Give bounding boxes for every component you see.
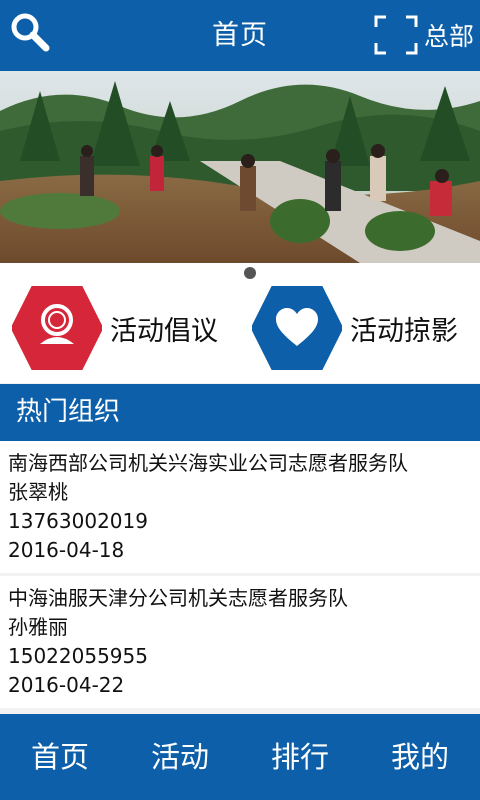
activity-proposal-label: 活动倡议 [110,315,218,347]
nav-activities[interactable]: 活动 [120,714,240,800]
nav-mine[interactable]: 我的 [360,714,480,800]
banner-photo [0,71,480,263]
pager-dot[interactable] [244,267,256,279]
scan-icon [374,15,418,55]
org-name: 中海油服天津分公司机关志愿者服务队 [8,586,348,610]
hq-button[interactable]: 总部 [374,12,474,58]
nav-ranking[interactable]: 排行 [240,714,360,800]
list-item[interactable]: 南海西部公司机关兴海实业公司志愿者服务队 张翠桃 13763002019 201… [0,441,480,573]
activity-gallery-label: 活动掠影 [350,315,458,347]
banner-carousel[interactable] [0,71,480,263]
org-contact: 孙雅丽 [8,615,68,639]
bottom-nav: 首页 活动 排行 我的 [0,714,480,800]
org-date: 2016-04-22 [8,673,125,697]
advocate-icon [12,286,102,370]
org-phone: 15022055955 [8,644,148,668]
nav-home[interactable]: 首页 [0,714,120,800]
heart-icon [252,286,342,370]
app-screen: 首页 总部 活动倡议 活动掠影 热门组织 南海西部公司机关兴海实业公司志愿者服务… [0,0,480,800]
quick-actions: 活动倡议 活动掠影 [0,283,480,383]
activity-proposal-button[interactable]: 活动倡议 [12,283,218,373]
hot-orgs-header: 热门组织 [0,384,480,441]
carousel-pager [0,263,480,283]
org-list: 南海西部公司机关兴海实业公司志愿者服务队 张翠桃 13763002019 201… [0,441,480,711]
hq-label: 总部 [423,22,474,51]
org-phone: 13763002019 [8,509,148,533]
activity-gallery-button[interactable]: 活动掠影 [252,283,458,373]
org-contact: 张翠桃 [8,480,68,504]
list-item[interactable]: 中海油服天津分公司机关志愿者服务队 孙雅丽 15022055955 2016-0… [0,576,480,708]
org-name: 南海西部公司机关兴海实业公司志愿者服务队 [8,451,408,475]
org-date: 2016-04-18 [8,538,125,562]
top-bar: 首页 总部 [0,0,480,71]
